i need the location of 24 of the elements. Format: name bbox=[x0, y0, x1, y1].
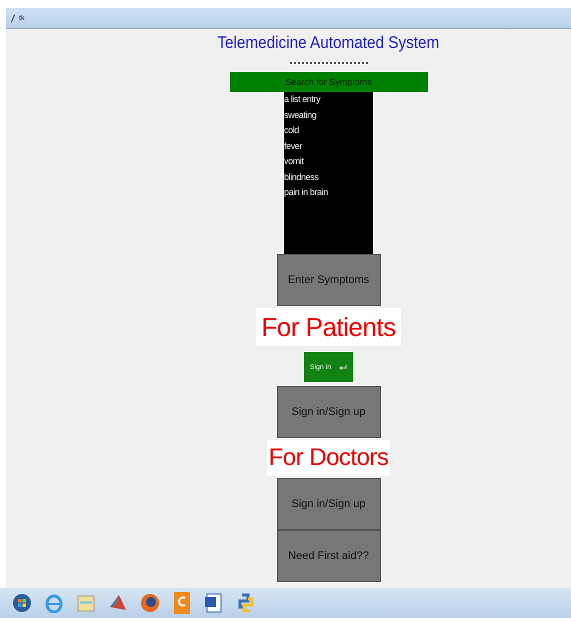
app-heading: Telemedicine Automated System bbox=[218, 33, 440, 53]
document-icon[interactable] bbox=[205, 593, 223, 613]
list-item[interactable]: pain in brain bbox=[284, 185, 373, 200]
folder-icon[interactable] bbox=[77, 593, 95, 613]
list-item[interactable]: cold bbox=[284, 123, 373, 138]
section-heading: For Doctors bbox=[266, 440, 390, 476]
search-label: Search for Symptoms bbox=[230, 72, 428, 92]
sign-up-button[interactable]: Sign in/Sign up bbox=[276, 478, 380, 530]
list-item[interactable]: fever bbox=[284, 138, 373, 154]
section-heading: For Patients bbox=[256, 308, 401, 346]
enter-symptoms-button[interactable]: Enter Symptoms bbox=[276, 254, 380, 306]
cone-icon[interactable] bbox=[109, 593, 127, 613]
browser-icon[interactable] bbox=[45, 593, 63, 613]
app-icon[interactable] bbox=[174, 592, 190, 614]
python-icon[interactable] bbox=[238, 593, 254, 613]
list-item[interactable]: sweating bbox=[284, 108, 373, 123]
symptom-list[interactable]: a list entry sweating cold fever vomit blindness pain in brain bbox=[284, 92, 373, 254]
first-aid-button[interactable]: Need First aid?? bbox=[276, 530, 380, 582]
list-item[interactable]: blindness bbox=[284, 170, 373, 185]
enter-icon bbox=[339, 364, 348, 370]
list-item[interactable]: vomit bbox=[284, 154, 373, 170]
sign-up-button[interactable]: Sign in/Sign up bbox=[276, 386, 380, 438]
list-item[interactable]: a list entry bbox=[284, 92, 373, 108]
start-icon[interactable] bbox=[12, 593, 32, 613]
